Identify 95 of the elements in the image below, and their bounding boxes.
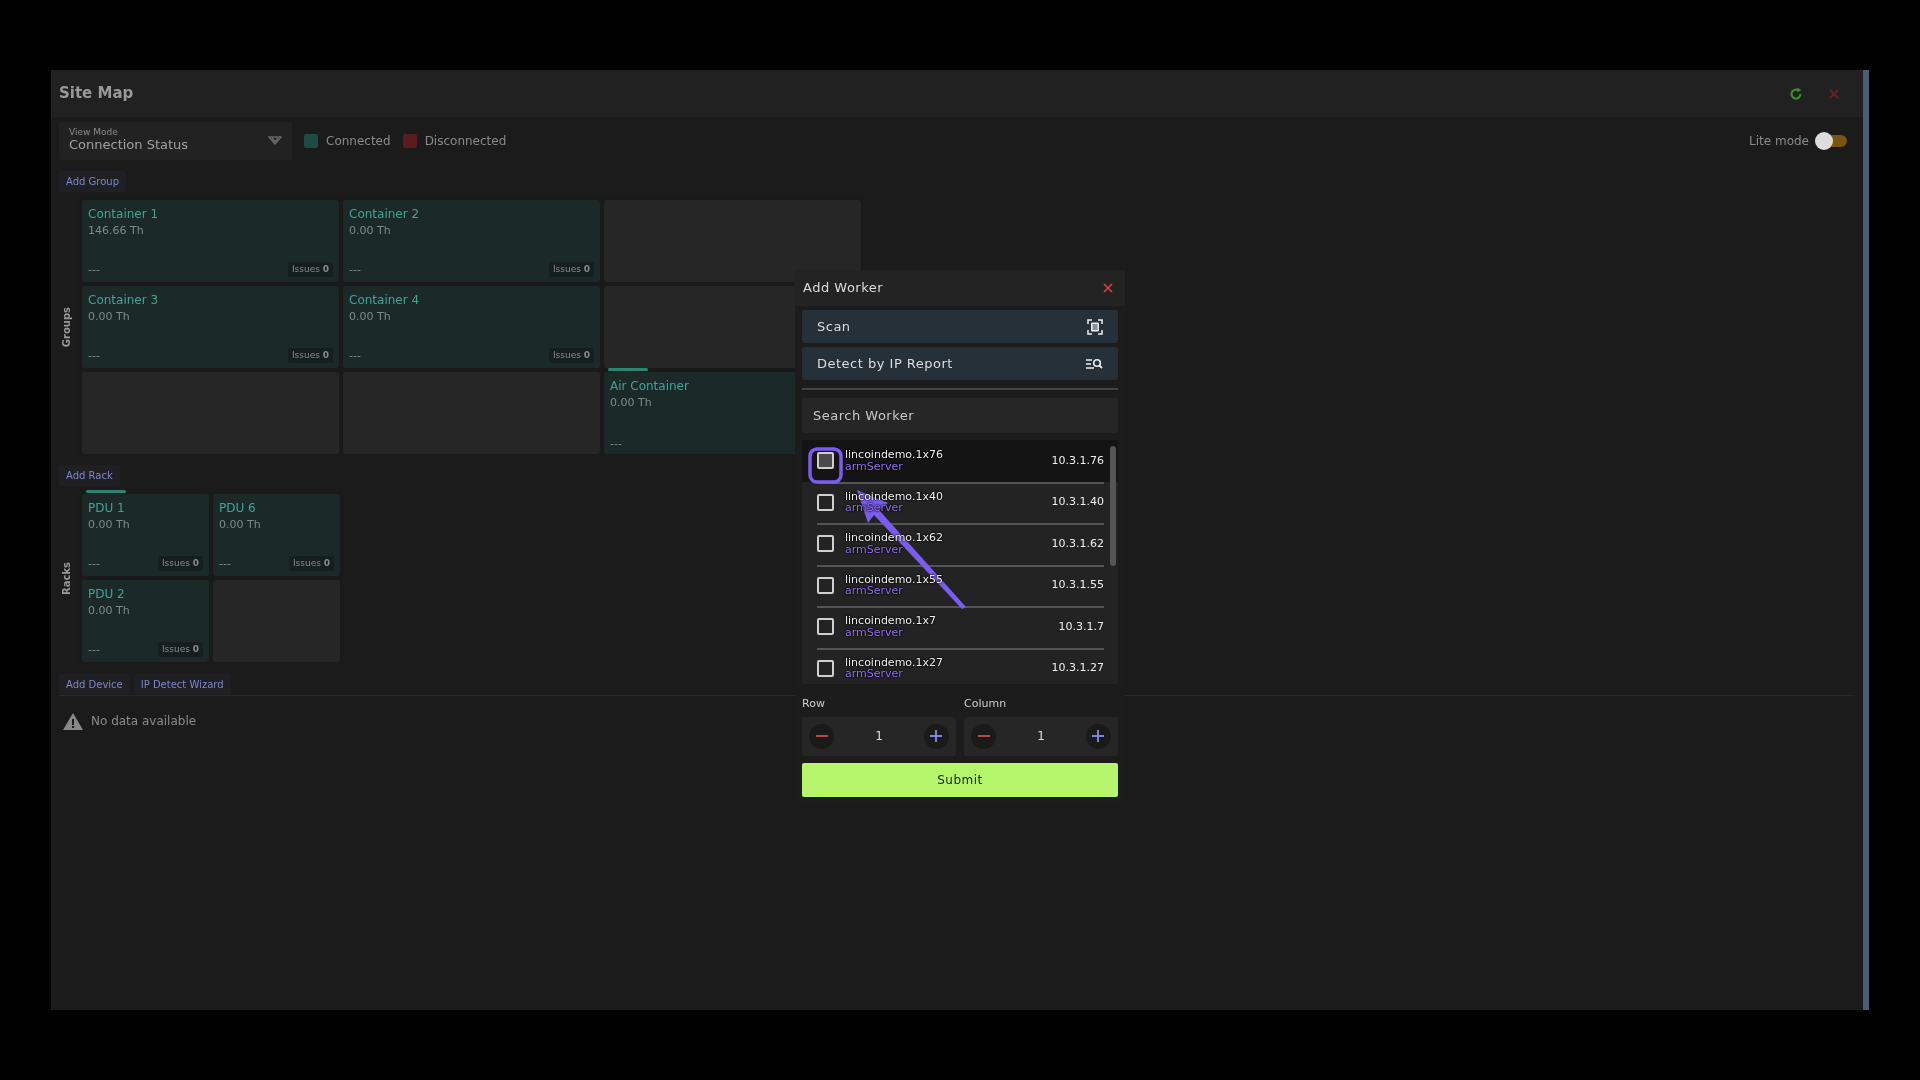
stepper-value: 1 <box>875 728 883 745</box>
status-text: --- <box>219 557 231 569</box>
worker-type: armServer <box>845 668 904 680</box>
section-label: Racks <box>60 561 73 595</box>
hashrate-text: 0.00 Th <box>610 395 653 411</box>
container-card[interactable]: Container 4 0.00 Th --- Issues 0 <box>343 286 600 368</box>
minus-icon[interactable] <box>809 723 834 749</box>
ip-address: 10.3.1.76 <box>1051 452 1104 469</box>
device-button[interactable]: IP Detect Wizard <box>133 674 231 695</box>
card-title: Container 3 <box>88 292 160 309</box>
plus-icon[interactable] <box>924 723 949 749</box>
issues-badge: Issues 0 <box>157 641 203 657</box>
issues-badge: Issues 0 <box>287 347 333 363</box>
worker-row[interactable]: lincoindemo.1x7 armServer 10.3.1.7 <box>802 606 1118 648</box>
checkbox[interactable] <box>817 493 834 511</box>
hashrate-text: 146.66 Th <box>88 223 145 239</box>
worker-row[interactable]: lincoindemo.1x27 armServer 10.3.1.27 <box>802 647 1118 684</box>
ip-address: 10.3.1.55 <box>1051 577 1104 593</box>
checkbox[interactable] <box>817 618 834 636</box>
scrollbar-thumb[interactable] <box>1110 446 1116 566</box>
status-text: --- <box>88 557 100 569</box>
device-button[interactable]: Add Device <box>59 674 130 695</box>
checkbox[interactable] <box>817 535 834 553</box>
hashrate-text: 0.00 Th <box>88 309 131 325</box>
hashrate-text: 0.00 Th <box>219 517 262 533</box>
hashrate-text: 0.00 Th <box>88 517 131 533</box>
container-card[interactable]: PDU 6 0.00 Th --- Issues 0 <box>213 494 340 576</box>
checkbox[interactable] <box>817 576 834 594</box>
ip-address: 10.3.1.40 <box>1051 494 1104 510</box>
hashrate-text: 0.00 Th <box>349 309 392 325</box>
legend-label: Disconnected <box>424 132 507 150</box>
card-title: Container 1 <box>88 206 160 223</box>
checkbox[interactable] <box>817 452 834 470</box>
worker-type: armServer <box>845 585 904 597</box>
ip-address: 10.3.1.27 <box>1051 660 1104 676</box>
worker-type: armServer <box>845 626 904 639</box>
empty-message: No data available <box>91 713 197 730</box>
refresh-icon[interactable] <box>1789 86 1803 101</box>
worker-type: armServer <box>845 460 904 473</box>
action-button[interactable]: Scan <box>802 310 1118 343</box>
status-text: --- <box>610 438 622 449</box>
scan-icon <box>1087 318 1103 335</box>
container-card[interactable]: Container 2 0.00 Th --- Issues 0 <box>343 200 600 282</box>
status-text: --- <box>349 349 361 361</box>
card-title: PDU 1 <box>88 500 126 517</box>
card-title: Container 2 <box>349 206 421 223</box>
lite-mode-toggle[interactable] <box>1817 134 1847 147</box>
warning-icon <box>63 712 83 730</box>
worker-name: lincoindemo.1x7 <box>845 615 936 627</box>
container-card[interactable]: PDU 2 0.00 Th --- Issues 0 <box>82 580 209 662</box>
lite-mode-label: Lite mode <box>1749 132 1809 150</box>
field-label: Row <box>802 696 826 712</box>
field-label: Column <box>964 696 1008 712</box>
issues-badge: Issues 0 <box>287 261 333 277</box>
add-button[interactable]: Add Rack <box>59 465 120 486</box>
field-value: Connection Status <box>69 137 189 153</box>
worker-name: lincoindemo.1x27 <box>845 656 943 669</box>
status-text: --- <box>88 349 100 361</box>
container-card[interactable]: Container 1 146.66 Th --- Issues 0 <box>82 200 339 282</box>
worker-row[interactable]: lincoindemo.1x76 armServer 10.3.1.76 <box>802 440 1118 482</box>
section-label: Groups <box>60 306 73 348</box>
number-stepper[interactable]: 1 <box>802 716 956 756</box>
submit-button[interactable]: Submit <box>802 762 1118 797</box>
checkbox[interactable] <box>817 659 834 677</box>
search-field[interactable]: Search Worker <box>802 398 1118 433</box>
issues-badge: Issues 0 <box>288 555 334 571</box>
card-title: Container 4 <box>349 292 421 309</box>
view-mode-select[interactable]: View Mode Connection Status <box>59 121 292 160</box>
minus-icon[interactable] <box>971 723 996 749</box>
status-text: --- <box>88 263 100 275</box>
hashrate-text: 0.00 Th <box>88 603 131 619</box>
card-title: PDU 2 <box>88 586 126 603</box>
issues-badge: Issues 0 <box>157 555 203 571</box>
card-title: Air Container <box>610 378 690 395</box>
field-label: View Mode <box>69 128 119 138</box>
legend-label: Connected <box>326 132 391 150</box>
card-title: PDU 6 <box>219 500 257 517</box>
issues-badge: Issues 0 <box>548 347 594 363</box>
status-text: --- <box>88 643 100 655</box>
search-list-icon <box>1086 357 1103 370</box>
action-button[interactable]: Detect by IP Report <box>802 347 1118 380</box>
stepper-value: 1 <box>1037 728 1045 745</box>
ip-address: 10.3.1.7 <box>1058 618 1104 635</box>
hashrate-text: 0.00 Th <box>349 223 392 239</box>
plus-icon[interactable] <box>1086 723 1111 749</box>
dropdown-icon <box>268 136 282 145</box>
dialog-title: Add Worker <box>803 279 884 298</box>
status-text: --- <box>349 263 361 275</box>
container-card[interactable]: Container 3 0.00 Th --- Issues 0 <box>82 286 339 368</box>
worker-type: armServer <box>845 543 904 556</box>
add-button[interactable]: Add Group <box>59 171 126 192</box>
ip-address: 10.3.1.62 <box>1051 535 1104 552</box>
window-title: Site Map <box>59 83 134 105</box>
issues-badge: Issues 0 <box>548 261 594 277</box>
number-stepper[interactable]: 1 <box>964 716 1118 756</box>
